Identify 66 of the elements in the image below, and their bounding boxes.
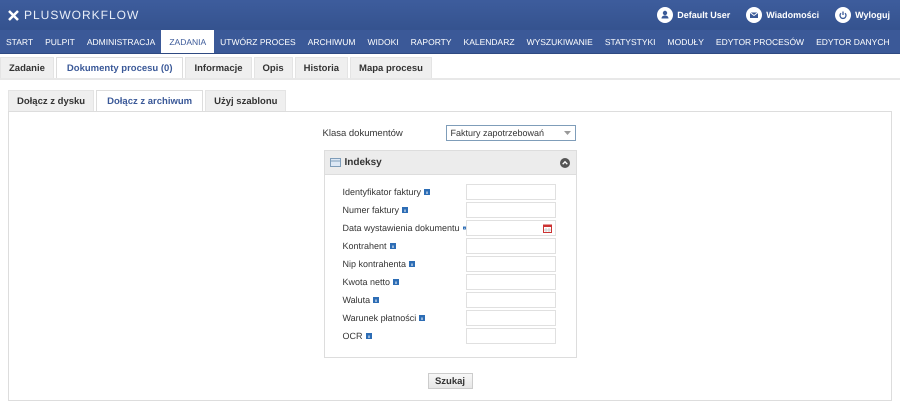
logo-text: PLUSWORKFLOW: [24, 8, 140, 22]
field-label: Nip kontrahenta: [342, 259, 406, 269]
input-field[interactable]: [466, 256, 556, 272]
info-icon[interactable]: [390, 243, 396, 249]
info-icon[interactable]: [366, 333, 372, 339]
header-link[interactable]: Wiadomości: [746, 7, 820, 23]
nav-tab[interactable]: WYSZUKIWANIE: [520, 30, 599, 53]
search-button[interactable]: Szukaj: [428, 373, 472, 389]
nav-tab[interactable]: PULPIT: [39, 30, 81, 53]
calendar-icon[interactable]: [542, 224, 552, 232]
field-label: Warunek płatności: [342, 313, 416, 323]
field-label: Kwota netto: [342, 277, 390, 287]
input-field[interactable]: [466, 310, 556, 326]
user-icon: [657, 7, 674, 23]
tab[interactable]: Użyj szablonu: [205, 90, 286, 111]
input-field[interactable]: [466, 202, 556, 218]
info-icon[interactable]: [393, 279, 400, 285]
nav-tab[interactable]: WIDOKI: [361, 30, 405, 53]
nav-tab[interactable]: EDYTOR DANYCH: [810, 30, 896, 53]
nav-tab[interactable]: ADMINISTRACJA: [80, 30, 162, 53]
input-field[interactable]: [466, 292, 556, 308]
document-class-dropdown[interactable]: Faktury zapotrzebowań: [446, 125, 576, 141]
header-link[interactable]: Wyloguj: [835, 7, 890, 23]
info-icon[interactable]: [409, 261, 416, 267]
tab[interactable]: Dołącz z dysku: [8, 90, 94, 111]
input-field[interactable]: [466, 274, 556, 290]
info-icon[interactable]: [424, 189, 430, 195]
nav-tab[interactable]: KALENDARZ: [458, 30, 521, 53]
nav-tab[interactable]: ZADANIA: [161, 30, 214, 53]
tab[interactable]: Zadanie: [0, 57, 54, 78]
nav-tab[interactable]: MODUŁY: [662, 30, 710, 53]
input-field[interactable]: [466, 238, 556, 254]
tab[interactable]: Mapa procesu: [350, 57, 432, 78]
power-icon: [835, 7, 852, 23]
field-label: OCR: [342, 331, 362, 341]
panel-title: Indeksy: [344, 157, 383, 168]
field-label: Waluta: [342, 295, 370, 305]
info-icon[interactable]: [402, 207, 408, 213]
nav-tab[interactable]: RAPORTY: [404, 30, 458, 53]
tab[interactable]: Dołącz z archiwum: [96, 90, 204, 111]
field-label: Identyfikator faktury: [342, 187, 422, 197]
input-field[interactable]: [466, 328, 556, 344]
mail-icon: [746, 7, 762, 23]
nav-tab[interactable]: UTWÓRZ PROCES: [214, 30, 302, 53]
nav-tab[interactable]: ARCHIWUM: [302, 30, 362, 53]
nav-tab[interactable]: STATYSTYKI: [598, 30, 662, 53]
field-label: Data wystawienia dokumentu: [342, 223, 460, 233]
info-icon[interactable]: [373, 297, 380, 303]
field-label: Klasa dokumentów: [322, 128, 403, 138]
info-icon[interactable]: [462, 225, 466, 231]
tab[interactable]: Historia: [294, 57, 348, 78]
header-link[interactable]: Default User: [657, 7, 730, 23]
nav-tab[interactable]: EDYTOR PROCESÓW: [710, 30, 810, 53]
field-label: Kontrahent: [342, 241, 387, 251]
date-field[interactable]: [466, 220, 556, 236]
input-field[interactable]: [466, 184, 556, 200]
info-icon[interactable]: [419, 315, 426, 321]
nav-tab[interactable]: START: [0, 30, 40, 53]
tab[interactable]: Dokumenty procesu (0): [56, 57, 184, 78]
caret-icon: [564, 131, 570, 135]
tab[interactable]: Informacje: [185, 57, 252, 78]
field-label: Numer faktury: [342, 205, 400, 215]
collapse-icon[interactable]: [560, 158, 570, 168]
table-icon: [330, 158, 340, 167]
tab[interactable]: Opis: [254, 57, 293, 78]
logo-icon: [8, 10, 19, 20]
